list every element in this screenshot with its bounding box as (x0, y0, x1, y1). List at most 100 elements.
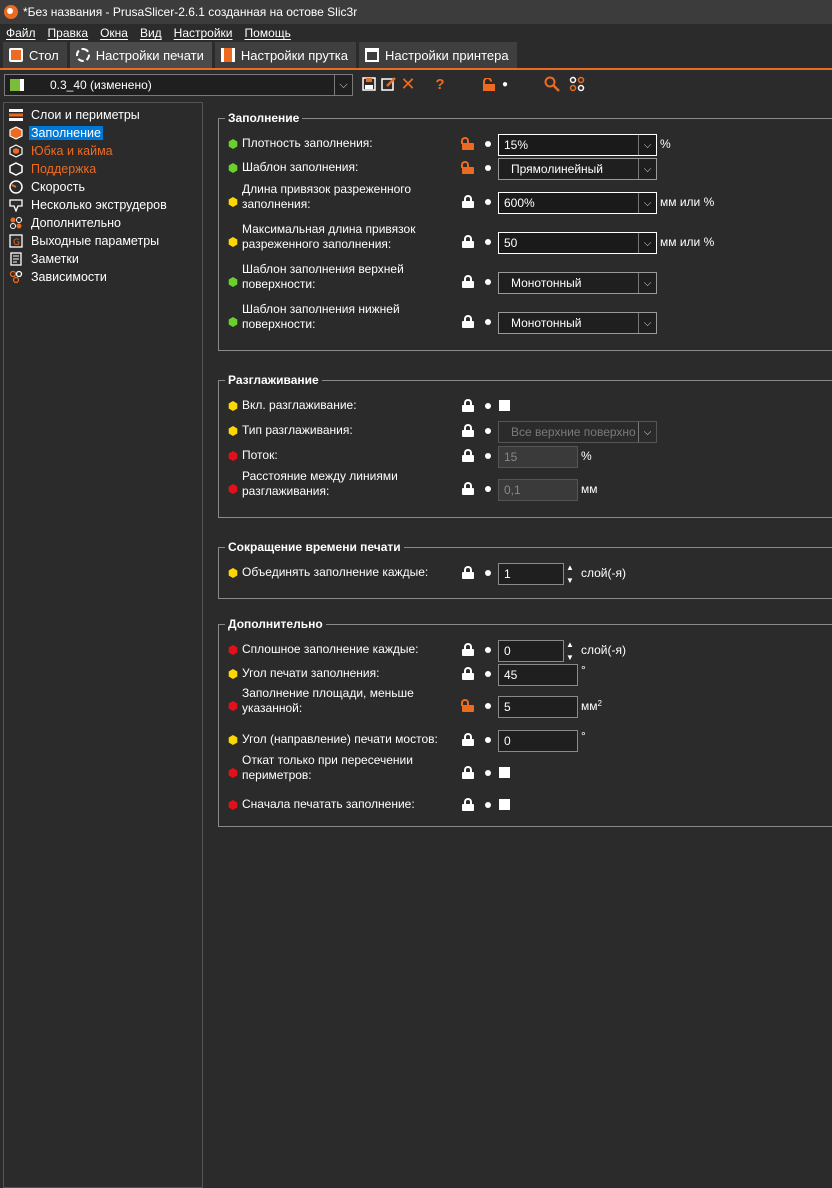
dot-icon[interactable] (485, 486, 491, 492)
sidebar-label: Выходные параметры (31, 233, 160, 248)
spin-buttons[interactable]: ▲ ▼ (563, 640, 577, 662)
dot-icon[interactable] (485, 570, 491, 576)
fill-density-combo[interactable]: 15% ⌵ (498, 134, 657, 156)
sidebar-item-advanced[interactable]: Дополнительно (9, 214, 123, 231)
lock-icon[interactable] (462, 798, 474, 811)
advanced-mode-icon (228, 669, 238, 679)
field-value: 0 (504, 734, 511, 748)
menu-view[interactable]: Вид (140, 26, 162, 40)
chevron-up-icon[interactable]: ▲ (566, 640, 574, 649)
fill-angle-input[interactable]: 45 (498, 664, 578, 686)
chevron-down-icon[interactable]: ▼ (566, 576, 574, 585)
lock-icon[interactable] (462, 449, 474, 462)
infill-anchor-combo[interactable]: 600% ⌵ (498, 192, 657, 214)
infill-anchor-max-combo[interactable]: 50 ⌵ (498, 232, 657, 254)
dot-icon[interactable] (485, 802, 491, 808)
unlock-icon[interactable] (461, 699, 474, 712)
compare-icon[interactable] (568, 75, 586, 93)
group-title: Дополнительно (225, 617, 326, 631)
tab-print-settings[interactable]: Настройки печати (69, 42, 212, 68)
lock-icon[interactable] (462, 643, 474, 656)
sidebar-item-dependencies[interactable]: Зависимости (9, 268, 109, 285)
lock-icon[interactable] (462, 482, 474, 495)
sidebar-item-skirt-brim[interactable]: Юбка и кайма (9, 142, 115, 159)
menu-help[interactable]: Помощь (245, 26, 291, 40)
sidebar-item-layers[interactable]: Слои и периметры (9, 106, 142, 123)
setting-ironing-type: Тип разглаживания: Все верхние поверхнос… (228, 419, 828, 443)
dot-icon[interactable] (485, 319, 491, 325)
dot-icon[interactable]: ● (496, 75, 514, 93)
chevron-down-icon[interactable]: ⌵ (638, 135, 656, 155)
lock-icon[interactable] (462, 399, 474, 412)
lock-icon[interactable] (462, 235, 474, 248)
infill-every-layers-input[interactable]: 1 (498, 563, 564, 585)
menu-edit[interactable]: Правка (48, 26, 89, 40)
dot-icon[interactable] (485, 647, 491, 653)
solid-infill-every-input[interactable]: 0 (498, 640, 564, 662)
unlock-icon[interactable] (461, 161, 474, 174)
dot-icon[interactable] (485, 737, 491, 743)
ironing-spacing-input[interactable]: 0,1 (498, 479, 578, 501)
tab-printer-settings[interactable]: Настройки принтера (359, 42, 517, 68)
top-fill-pattern-combo[interactable]: Монотонный ⌵ (498, 272, 657, 294)
unlock-icon[interactable] (461, 137, 474, 150)
chevron-down-icon[interactable]: ⌵ (638, 193, 656, 213)
dot-icon[interactable] (485, 428, 491, 434)
sidebar-item-speed[interactable]: Скорость (9, 178, 87, 195)
chevron-up-icon[interactable]: ▲ (566, 563, 574, 572)
sidebar-item-support[interactable]: Поддержка (9, 160, 98, 177)
tab-filament-settings[interactable]: Настройки прутка (214, 42, 357, 68)
lock-icon[interactable] (462, 766, 474, 779)
ironing-type-combo[interactable]: Все верхние поверхнос ⌵ (498, 421, 657, 443)
chevron-down-icon[interactable]: ⌵ (638, 233, 656, 253)
dot-icon[interactable] (485, 279, 491, 285)
bottom-fill-pattern-combo[interactable]: Монотонный ⌵ (498, 312, 657, 334)
lock-icon[interactable] (462, 315, 474, 328)
ironing-checkbox[interactable] (499, 400, 510, 411)
chevron-down-icon[interactable]: ⌵ (334, 75, 352, 95)
dot-icon[interactable] (485, 703, 491, 709)
chevron-down-icon[interactable]: ⌵ (638, 273, 656, 293)
bridge-angle-input[interactable]: 0 (498, 730, 578, 752)
chevron-down-icon[interactable]: ⌵ (638, 159, 656, 179)
ironing-flow-input[interactable]: 15 (498, 446, 578, 468)
only-retract-crossing-checkbox[interactable] (499, 767, 510, 778)
menu-settings[interactable]: Настройки (174, 26, 233, 40)
dot-icon[interactable] (485, 671, 491, 677)
setting-infill-anchor: Длина привязок разреженного заполнения: … (228, 182, 828, 214)
solid-infill-below-area-input[interactable]: 5 (498, 696, 578, 718)
dot-icon[interactable] (485, 239, 491, 245)
lock-icon[interactable] (462, 733, 474, 746)
chevron-down-icon[interactable]: ▼ (566, 653, 574, 662)
lock-icon[interactable] (462, 566, 474, 579)
fill-pattern-combo[interactable]: Прямолинейный ⌵ (498, 158, 657, 180)
lock-icon[interactable] (462, 275, 474, 288)
sidebar-item-infill[interactable]: Заполнение (9, 124, 103, 141)
setting-label: Угол (направление) печати мостов: (242, 732, 438, 746)
dot-icon[interactable] (485, 403, 491, 409)
lock-icon[interactable] (462, 195, 474, 208)
dot-icon[interactable] (485, 165, 491, 171)
infill-first-checkbox[interactable] (499, 799, 510, 810)
chevron-down-icon[interactable]: ⌵ (638, 422, 656, 442)
sidebar-item-multiple-extruders[interactable]: Несколько экструдеров (9, 196, 169, 213)
sidebar-item-output-options[interactable]: G Выходные параметры (9, 232, 161, 249)
delete-icon[interactable]: ✕ (399, 74, 417, 94)
lock-icon[interactable] (462, 424, 474, 437)
save-icon[interactable] (360, 75, 378, 93)
dot-icon[interactable] (485, 453, 491, 459)
preset-selector[interactable]: 0.3_40 (изменено) ⌵ (4, 74, 353, 96)
menu-file[interactable]: Файл (6, 26, 36, 40)
tab-plater[interactable]: Стол (3, 42, 67, 68)
edit-icon[interactable] (380, 75, 398, 93)
sidebar-item-notes[interactable]: Заметки (9, 250, 81, 267)
dot-icon[interactable] (485, 770, 491, 776)
dot-icon[interactable] (485, 141, 491, 147)
dot-icon[interactable] (485, 199, 491, 205)
menu-window[interactable]: Окна (100, 26, 128, 40)
search-icon[interactable] (543, 75, 561, 93)
chevron-down-icon[interactable]: ⌵ (638, 313, 656, 333)
spin-buttons[interactable]: ▲ ▼ (563, 563, 577, 585)
question-icon[interactable]: ? (431, 75, 449, 93)
lock-icon[interactable] (462, 667, 474, 680)
